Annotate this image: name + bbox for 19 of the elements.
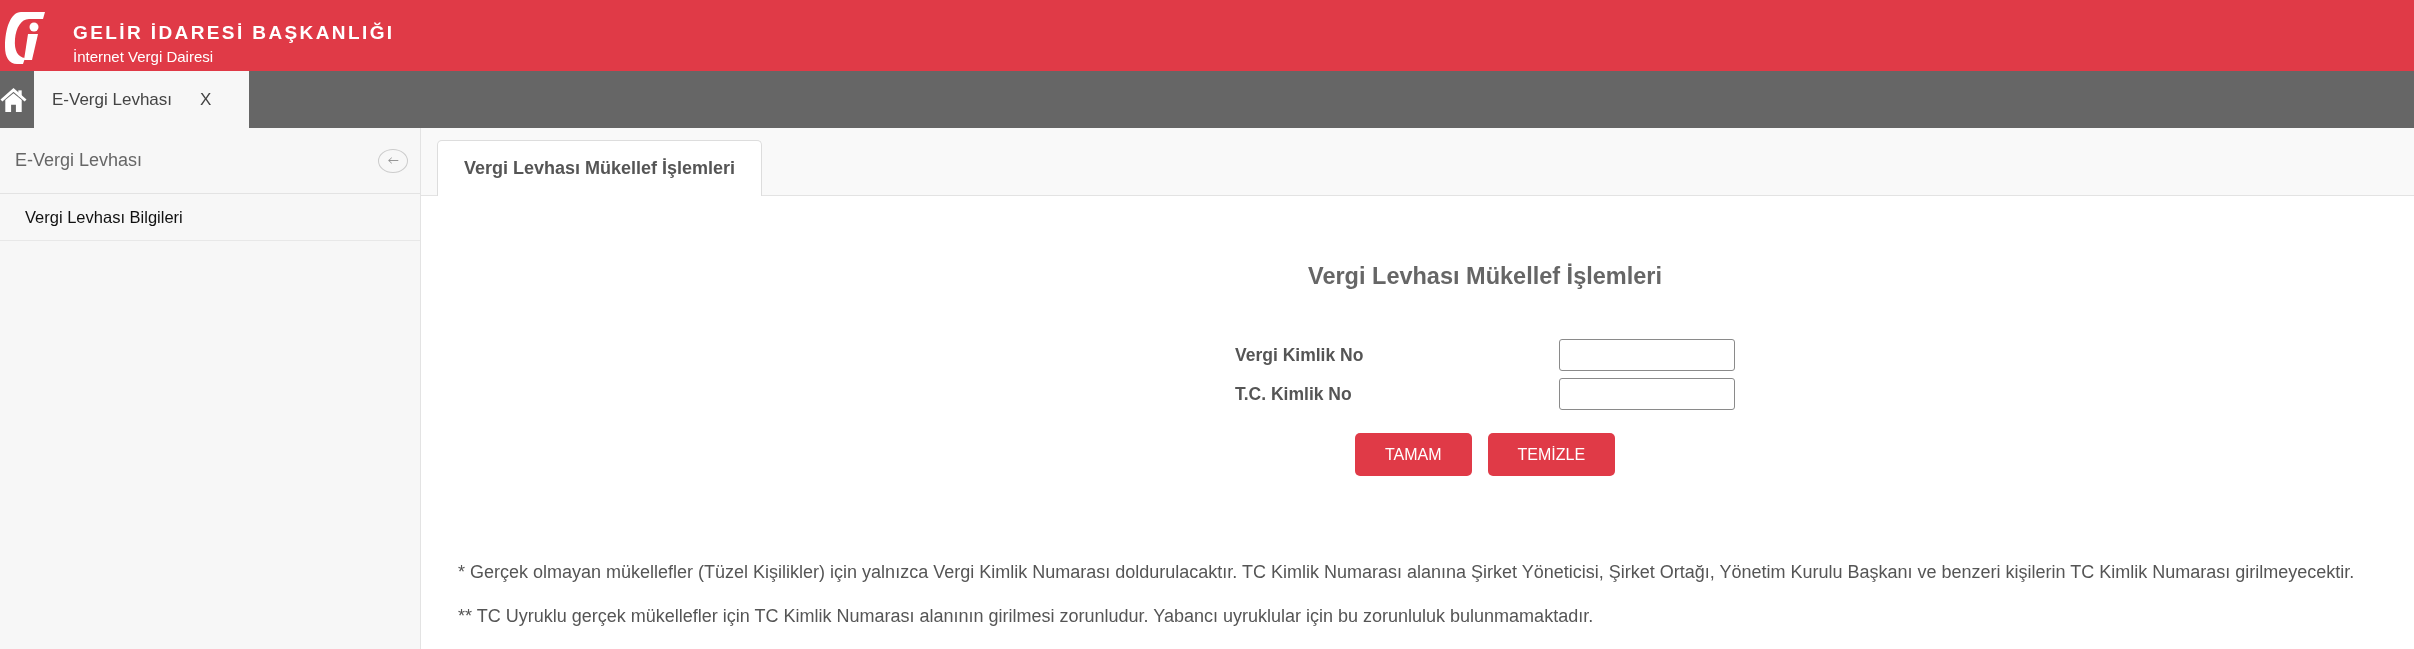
logo-icon	[5, 12, 45, 64]
field-label: Vergi Kimlik No	[1235, 344, 1364, 366]
sidebar-title: E-Vergi Levhası	[15, 150, 143, 171]
field-label: T.C. Kimlik No	[1235, 383, 1352, 405]
input-field[interactable]	[1559, 378, 1735, 410]
note-text: ** TC Uyruklu gerçek mükellefler için TC Kimlik Numarası alanının girilmesi zorunludur. Yabancı uyruklular için bu zorunluluk bulunmamaktadır.	[458, 605, 1595, 627]
content-tab[interactable]: Vergi Levhası Mükellef İşlemleri	[437, 140, 763, 196]
brand-title: GELİR İDARESİ BAŞKANLIĞI	[73, 22, 395, 44]
note-text: * Gerçek olmayan mükellefler (Tüzel Kişilikler) için yalnızca Vergi Kimlik Numarası doldurulacaktır. TC Kimlik Numarası alanına Şirket Yöneticisi, Şirket Ortağı, Yönetim Kurulu Başkanı ve benzeri kişilerin TC Kimlik Numarası girilmeyecektir.	[458, 561, 2356, 583]
ok-button[interactable]: TAMAM	[1354, 433, 1472, 476]
form-title: Vergi Levhası Mükellef İşlemleri	[1308, 262, 1662, 290]
tab[interactable]: E-Vergi Levhası X	[34, 71, 249, 128]
home-icon[interactable]	[0, 86, 27, 113]
input-field[interactable]	[1559, 339, 1735, 371]
brand-subtitle: İnternet Vergi Dairesi	[73, 49, 214, 65]
left-arrow-icon	[387, 157, 399, 164]
clear-button[interactable]: TEMİZLE	[1487, 433, 1616, 476]
close-tab-button[interactable]: X	[198, 89, 214, 110]
sidebar-item[interactable]: Vergi Levhası Bilgileri	[0, 194, 420, 241]
